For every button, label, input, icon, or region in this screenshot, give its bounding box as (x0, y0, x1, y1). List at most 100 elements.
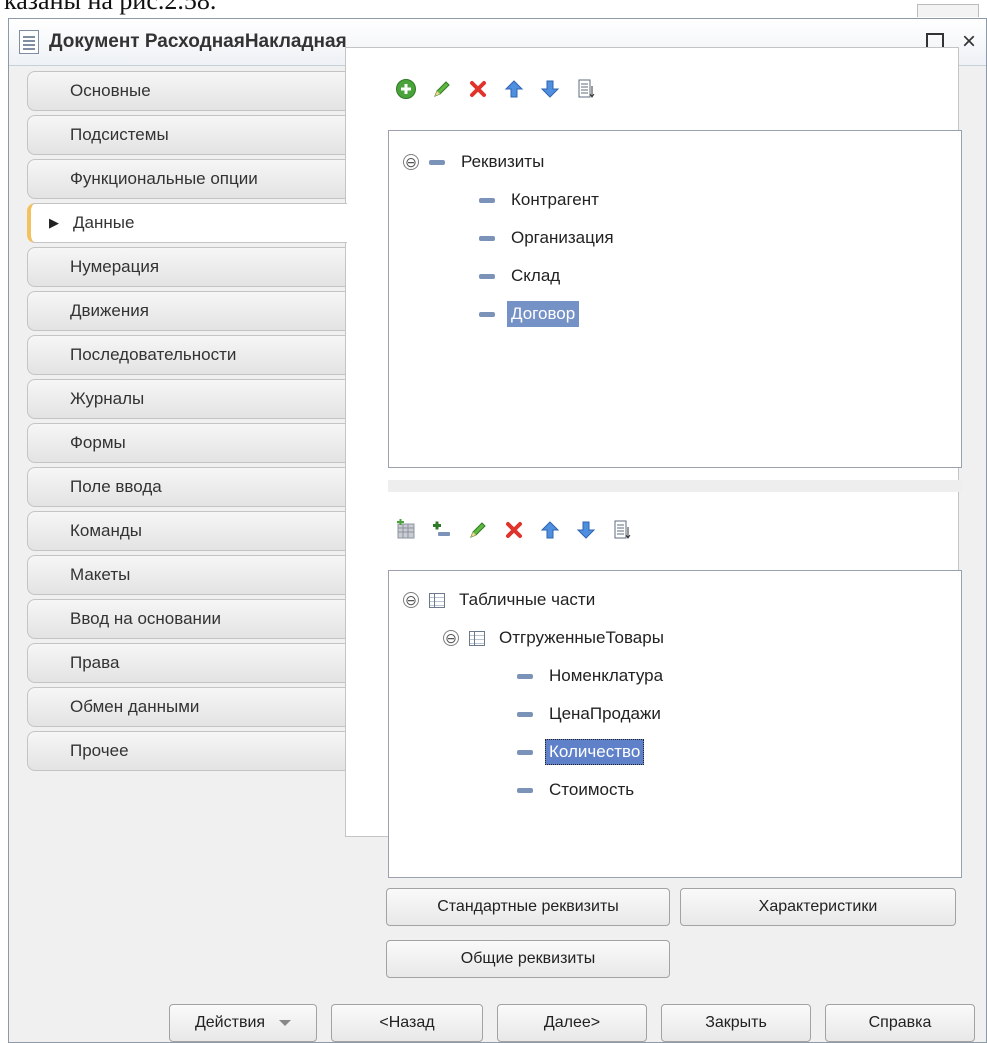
close-window-button[interactable]: × (962, 30, 976, 54)
tab-makety[interactable]: Макеты (27, 555, 345, 595)
table-icon (429, 592, 445, 608)
collapse-toggle[interactable]: ⊖ (403, 154, 419, 170)
attribute-icon (479, 235, 495, 241)
arrow-up-icon (540, 521, 560, 539)
pencil-icon (470, 522, 486, 538)
window-title: Документ РасходнаяНакладная (49, 31, 347, 52)
move-up-button[interactable] (500, 75, 528, 103)
tab-label: Права (70, 653, 120, 672)
background-page-text: казаны на рис.2.58. (0, 0, 987, 18)
tab-label: Функциональные опции (70, 169, 258, 188)
tab-funktsionalnye-optsii[interactable]: Функциональные опции (27, 159, 345, 199)
attribute-icon (479, 273, 495, 279)
data-tab-panel: ⊖ Реквизиты Контрагент Организация Склад… (345, 47, 962, 978)
attributes-tree[interactable]: ⊖ Реквизиты Контрагент Организация Склад… (388, 130, 962, 468)
tree-root-rekvizity[interactable]: ⊖ Реквизиты (403, 147, 548, 177)
document-window: Документ РасходнаяНакладная _ × Основные… (8, 18, 987, 1043)
tab-osnovnye[interactable]: Основные (27, 71, 345, 111)
document-icon (19, 30, 39, 54)
tab-label: Основные (70, 81, 151, 100)
arrow-down-icon (576, 521, 596, 539)
tabular-parts-tree[interactable]: ⊖ Табличные части ⊖ ОтгруженныеТовары Но… (388, 570, 962, 878)
tree-item-selected[interactable]: Договор (479, 299, 580, 329)
tab-label: Команды (70, 521, 143, 540)
tab-label: Обмен данными (70, 697, 200, 716)
table-icon (469, 630, 485, 646)
active-tab-arrow-icon: ▶ (49, 215, 59, 230)
move-up-tabular-button[interactable] (536, 516, 564, 544)
move-down-button[interactable] (536, 75, 564, 103)
delete-attribute-button[interactable] (464, 75, 492, 103)
tab-obmen-dannymi[interactable]: Обмен данными (27, 687, 345, 727)
tab-vvod-na-osnovanii[interactable]: Ввод на основании (27, 599, 345, 639)
tab-formy[interactable]: Формы (27, 423, 345, 463)
pencil-icon (434, 81, 450, 97)
actions-label: Действия (194, 1014, 266, 1031)
sort-tabular-button[interactable] (608, 516, 636, 544)
tree-item[interactable]: ЦенаПродажи (517, 699, 665, 729)
sort-list-icon (614, 520, 631, 539)
tab-dvizheniya[interactable]: Движения (27, 291, 345, 331)
tab-label: Поле ввода (70, 477, 162, 496)
tree-item[interactable]: Контрагент (479, 185, 603, 215)
actions-dropdown-button[interactable]: Действия (169, 1004, 317, 1042)
tree-item-label: Номенклатура (549, 666, 664, 685)
arrow-down-icon (540, 80, 560, 98)
tab-label: Макеты (70, 565, 131, 584)
tree-item-label: ЦенаПродажи (549, 704, 661, 723)
tree-item-label: Реквизиты (461, 152, 545, 171)
sort-list-button[interactable] (572, 75, 600, 103)
tab-pole-vvoda[interactable]: Поле ввода (27, 467, 345, 507)
tab-numeratsiya[interactable]: Нумерация (27, 247, 345, 287)
tree-item-label: Стоимость (549, 780, 635, 799)
help-button[interactable]: Справка (825, 1004, 975, 1042)
attribute-icon (517, 711, 533, 717)
tab-label: Нумерация (70, 257, 160, 276)
tab-label: Журналы (70, 389, 145, 408)
tab-komandy[interactable]: Команды (27, 511, 345, 551)
tab-podsistemy[interactable]: Подсистемы (27, 115, 345, 155)
characteristics-button[interactable]: Характеристики (680, 888, 956, 926)
next-button[interactable]: Далее> (497, 1004, 647, 1042)
tab-dannye[interactable]: ▶ Данные (27, 203, 347, 243)
panel-splitter[interactable] (388, 480, 962, 492)
attribute-icon (517, 673, 533, 679)
collapse-toggle[interactable]: ⊖ (443, 630, 459, 646)
add-table-icon (397, 519, 415, 539)
tab-label: Движения (70, 301, 149, 320)
add-attribute-button[interactable] (392, 75, 420, 103)
tab-label: Прочее (70, 741, 129, 760)
attributes-toolbar (392, 72, 600, 106)
add-tabular-part-button[interactable] (392, 516, 420, 544)
tab-posledovatelnosti[interactable]: Последовательности (27, 335, 345, 375)
footer-buttons: Действия <Назад Далее> Закрыть Справка (169, 1004, 975, 1042)
collapse-toggle[interactable]: ⊖ (403, 592, 419, 608)
add-tabular-attribute-button[interactable] (428, 516, 456, 544)
move-down-tabular-button[interactable] (572, 516, 600, 544)
attribute-icon (517, 787, 533, 793)
tree-item-selected[interactable]: Количество (517, 737, 645, 767)
tree-item-label: ОтгруженныеТовары (499, 628, 664, 647)
tree-node-otgruzhennye-tovary[interactable]: ⊖ ОтгруженныеТовары (443, 623, 668, 653)
chevron-down-icon (279, 1020, 292, 1026)
tab-prava[interactable]: Права (27, 643, 345, 683)
edit-attribute-button[interactable] (428, 75, 456, 103)
tree-item[interactable]: Склад (479, 261, 564, 291)
tree-root-tablichnye-chasti[interactable]: ⊖ Табличные части (403, 585, 599, 615)
tab-label: Формы (70, 433, 126, 452)
common-attributes-button[interactable]: Общие реквизиты (386, 940, 670, 978)
attribute-icon (429, 159, 445, 165)
tab-label: Последовательности (70, 345, 237, 364)
tree-item[interactable]: Стоимость (517, 775, 638, 805)
tab-zhurnaly[interactable]: Журналы (27, 379, 345, 419)
attribute-icon (517, 749, 533, 755)
tab-label: Подсистемы (70, 125, 169, 144)
delete-tabular-button[interactable] (500, 516, 528, 544)
standard-attributes-button[interactable]: Стандартные реквизиты (386, 888, 670, 926)
tree-item[interactable]: Номенклатура (517, 661, 667, 691)
tab-prochee[interactable]: Прочее (27, 731, 345, 771)
back-button[interactable]: <Назад (331, 1004, 483, 1042)
close-button[interactable]: Закрыть (661, 1004, 811, 1042)
edit-tabular-button[interactable] (464, 516, 492, 544)
tree-item[interactable]: Организация (479, 223, 618, 253)
